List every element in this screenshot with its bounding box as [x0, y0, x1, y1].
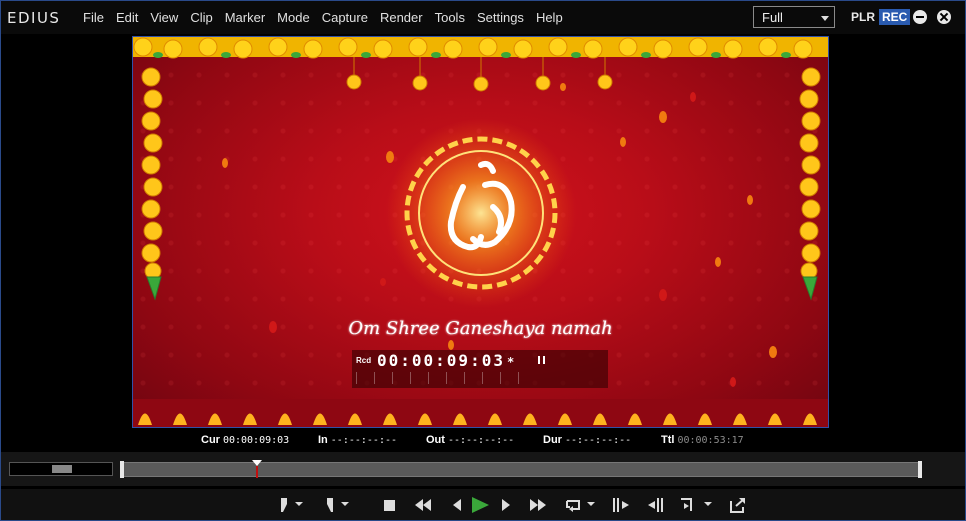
ttl-label: Ttl — [661, 434, 675, 446]
insert-to-timeline-icon[interactable] — [611, 495, 631, 515]
ttl-info: Ttl 00:00:53:17 — [661, 434, 744, 446]
cur-info: Cur 00:00:09:03 — [201, 434, 289, 446]
in-label: In — [318, 434, 328, 446]
zoom-select[interactable]: Full — [753, 6, 835, 28]
chevron-down-icon[interactable] — [587, 502, 595, 506]
scrub-end-handle[interactable] — [918, 461, 922, 478]
timecode-digits: 00:00:09:03 — [377, 351, 505, 370]
rec-mode-toggle[interactable]: REC — [879, 9, 911, 25]
set-out-icon[interactable] — [319, 495, 339, 515]
loop-icon[interactable] — [564, 495, 584, 515]
scrub-bar[interactable] — [120, 461, 922, 478]
marigold-garland-top — [133, 37, 828, 59]
in-info: In --:--:--:-- — [318, 434, 397, 446]
app-window: EDIUS File Edit View Clip Marker Mode Ca… — [0, 0, 966, 521]
set-in-icon[interactable] — [275, 495, 295, 515]
menu-render[interactable]: Render — [374, 10, 429, 25]
menu-tools[interactable]: Tools — [429, 10, 471, 25]
step-forward-icon[interactable] — [496, 495, 516, 515]
in-value: --:--:--:-- — [330, 435, 398, 446]
app-logo: EDIUS — [7, 9, 61, 27]
close-icon[interactable] — [937, 10, 951, 24]
cur-label: Cur — [201, 434, 220, 446]
export-icon[interactable] — [728, 495, 748, 515]
menu-settings[interactable]: Settings — [471, 10, 530, 25]
chevron-down-icon[interactable] — [341, 502, 349, 506]
bottom-border — [133, 399, 828, 427]
zoom-select-value: Full — [762, 10, 783, 25]
timecode-overlay: Rcd 00:00:09:03 * — [352, 350, 608, 388]
preview-caption: Om Shree Ganeshaya namah — [348, 318, 613, 339]
timecode-value: 00:00:09:03 * — [377, 351, 516, 370]
transport-controls — [1, 489, 965, 520]
stop-icon[interactable] — [379, 495, 399, 515]
emblem-glow — [386, 118, 576, 308]
menu-marker[interactable]: Marker — [219, 10, 271, 25]
playhead-line — [256, 466, 258, 478]
fast-forward-icon[interactable] — [528, 495, 548, 515]
menu-view[interactable]: View — [144, 10, 184, 25]
chevron-down-icon — [821, 16, 829, 21]
zoom-scrollbar-thumb[interactable] — [52, 465, 72, 473]
dur-label: Dur — [543, 434, 562, 446]
menu-bar: EDIUS File Edit View Clip Marker Mode Ca… — [1, 1, 965, 34]
timecode-marker: * — [506, 355, 517, 369]
menu-file[interactable]: File — [77, 10, 110, 25]
out-label: Out — [426, 434, 445, 446]
menu-mode[interactable]: Mode — [271, 10, 316, 25]
preview-monitor[interactable]: Om Shree Ganeshaya namah Rcd 00:00:09:03… — [132, 36, 829, 428]
pause-icon — [538, 356, 545, 364]
hanging-flower-strings — [346, 57, 613, 92]
audio-meter — [356, 372, 536, 384]
step-back-icon[interactable] — [447, 495, 467, 515]
chevron-down-icon[interactable] — [704, 502, 712, 506]
timecode-label: Rcd — [356, 356, 372, 365]
rewind-icon[interactable] — [413, 495, 433, 515]
zoom-scrollbar[interactable] — [9, 462, 113, 476]
dur-value: --:--:--:-- — [564, 435, 632, 446]
menu-capture[interactable]: Capture — [316, 10, 374, 25]
overwrite-to-timeline-icon[interactable] — [646, 495, 666, 515]
menu-edit[interactable]: Edit — [110, 10, 144, 25]
three-point-edit-icon[interactable] — [679, 495, 699, 515]
timecode-info-row: Cur 00:00:09:03 In --:--:--:-- Out --:--:--… — [1, 434, 966, 448]
ttl-value: 00:00:53:17 — [677, 435, 744, 446]
play-icon[interactable] — [470, 495, 490, 515]
menu-help[interactable]: Help — [530, 10, 569, 25]
marigold-garland-left — [141, 67, 163, 301]
menu-clip[interactable]: Clip — [184, 10, 218, 25]
scrub-start-handle[interactable] — [120, 461, 124, 478]
minimize-icon[interactable] — [913, 10, 927, 24]
out-info: Out --:--:--:-- — [426, 434, 514, 446]
chevron-down-icon[interactable] — [295, 502, 303, 506]
dur-info: Dur --:--:--:-- — [543, 434, 631, 446]
plr-mode-toggle[interactable]: PLR — [851, 10, 875, 24]
cur-value: 00:00:09:03 — [222, 435, 290, 446]
timeline-area — [1, 452, 965, 486]
marigold-garland-right — [799, 67, 821, 301]
main-menu: File Edit View Clip Marker Mode Capture … — [77, 10, 569, 25]
out-value: --:--:--:-- — [447, 435, 515, 446]
